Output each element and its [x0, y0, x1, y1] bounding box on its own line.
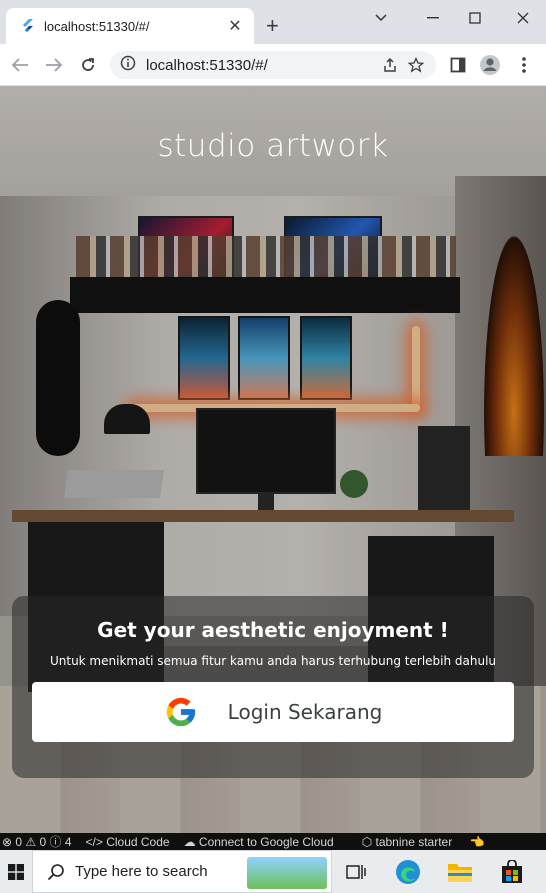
maximize-icon[interactable]	[452, 6, 498, 30]
menu-kebab-icon[interactable]	[512, 53, 536, 77]
url-text[interactable]: localhost:51330/#/	[146, 57, 374, 74]
vscode-statusbar: ⊗ 0 ⚠ 0 ⓘ 4 </> Cloud Code ☁ Connect to …	[0, 833, 546, 850]
login-google-button[interactable]: Login Sekarang	[32, 682, 514, 742]
hero-title: studio artwork	[157, 128, 389, 164]
taskbar-search-placeholder: Type here to search	[75, 863, 208, 880]
sidepanel-icon[interactable]	[446, 53, 470, 77]
search-icon	[47, 863, 64, 880]
file-explorer-icon[interactable]	[444, 856, 476, 888]
cloud-code-item[interactable]: </> Cloud Code	[86, 835, 170, 849]
browser-tab[interactable]: localhost:51330/#/ ✕	[6, 8, 254, 44]
login-card: Get your aesthetic enjoyment ! Untuk men…	[12, 596, 534, 778]
page-viewport: studio artwork Get your aesthetic enjoym…	[0, 86, 546, 833]
taskbar-search-box[interactable]: Type here to search	[32, 850, 332, 893]
address-bar[interactable]: localhost:51330/#/	[110, 51, 436, 79]
google-icon	[166, 697, 195, 727]
reload-icon[interactable]	[76, 53, 100, 77]
share-icon[interactable]	[380, 55, 400, 75]
problems-indicator[interactable]: ⊗ 0 ⚠ 0 ⓘ 4	[2, 833, 72, 850]
tabnine-item[interactable]: ⬡ tabnine starter 👈	[362, 835, 485, 849]
tabnine-label: tabnine starter	[375, 834, 453, 849]
close-window-icon[interactable]	[500, 6, 546, 30]
windows-start-icon[interactable]	[0, 850, 32, 893]
login-button-label: Login Sekarang	[227, 700, 383, 724]
card-subtitle: Untuk menikmati semua fitur kamu anda ha…	[49, 654, 497, 668]
task-view-icon[interactable]	[340, 856, 372, 888]
profile-avatar-icon[interactable]	[478, 53, 502, 77]
back-icon[interactable]	[8, 53, 32, 77]
connect-google-cloud-item[interactable]: ☁ Connect to Google Cloud	[184, 835, 348, 849]
edge-browser-icon[interactable]	[392, 856, 424, 888]
bookmark-star-icon[interactable]	[406, 55, 426, 75]
search-highlight-image	[247, 857, 327, 889]
tab-search-icon[interactable]	[358, 6, 404, 30]
new-tab-button[interactable]: +	[266, 15, 279, 37]
connect-google-cloud-label: Connect to Google Cloud	[198, 834, 334, 849]
minimize-icon[interactable]	[410, 6, 456, 30]
forward-icon[interactable]	[42, 53, 66, 77]
site-info-icon[interactable]	[120, 55, 136, 76]
tab-close-icon[interactable]: ✕	[226, 16, 244, 36]
tab-title: localhost:51330/#/	[44, 18, 150, 34]
flutter-icon	[23, 19, 33, 32]
windows-taskbar: Type here to search	[0, 850, 546, 893]
tab-strip: localhost:51330/#/ ✕ +	[0, 0, 546, 44]
microsoft-store-icon[interactable]	[496, 856, 528, 888]
card-title: Get your aesthetic enjoyment !	[97, 618, 449, 642]
